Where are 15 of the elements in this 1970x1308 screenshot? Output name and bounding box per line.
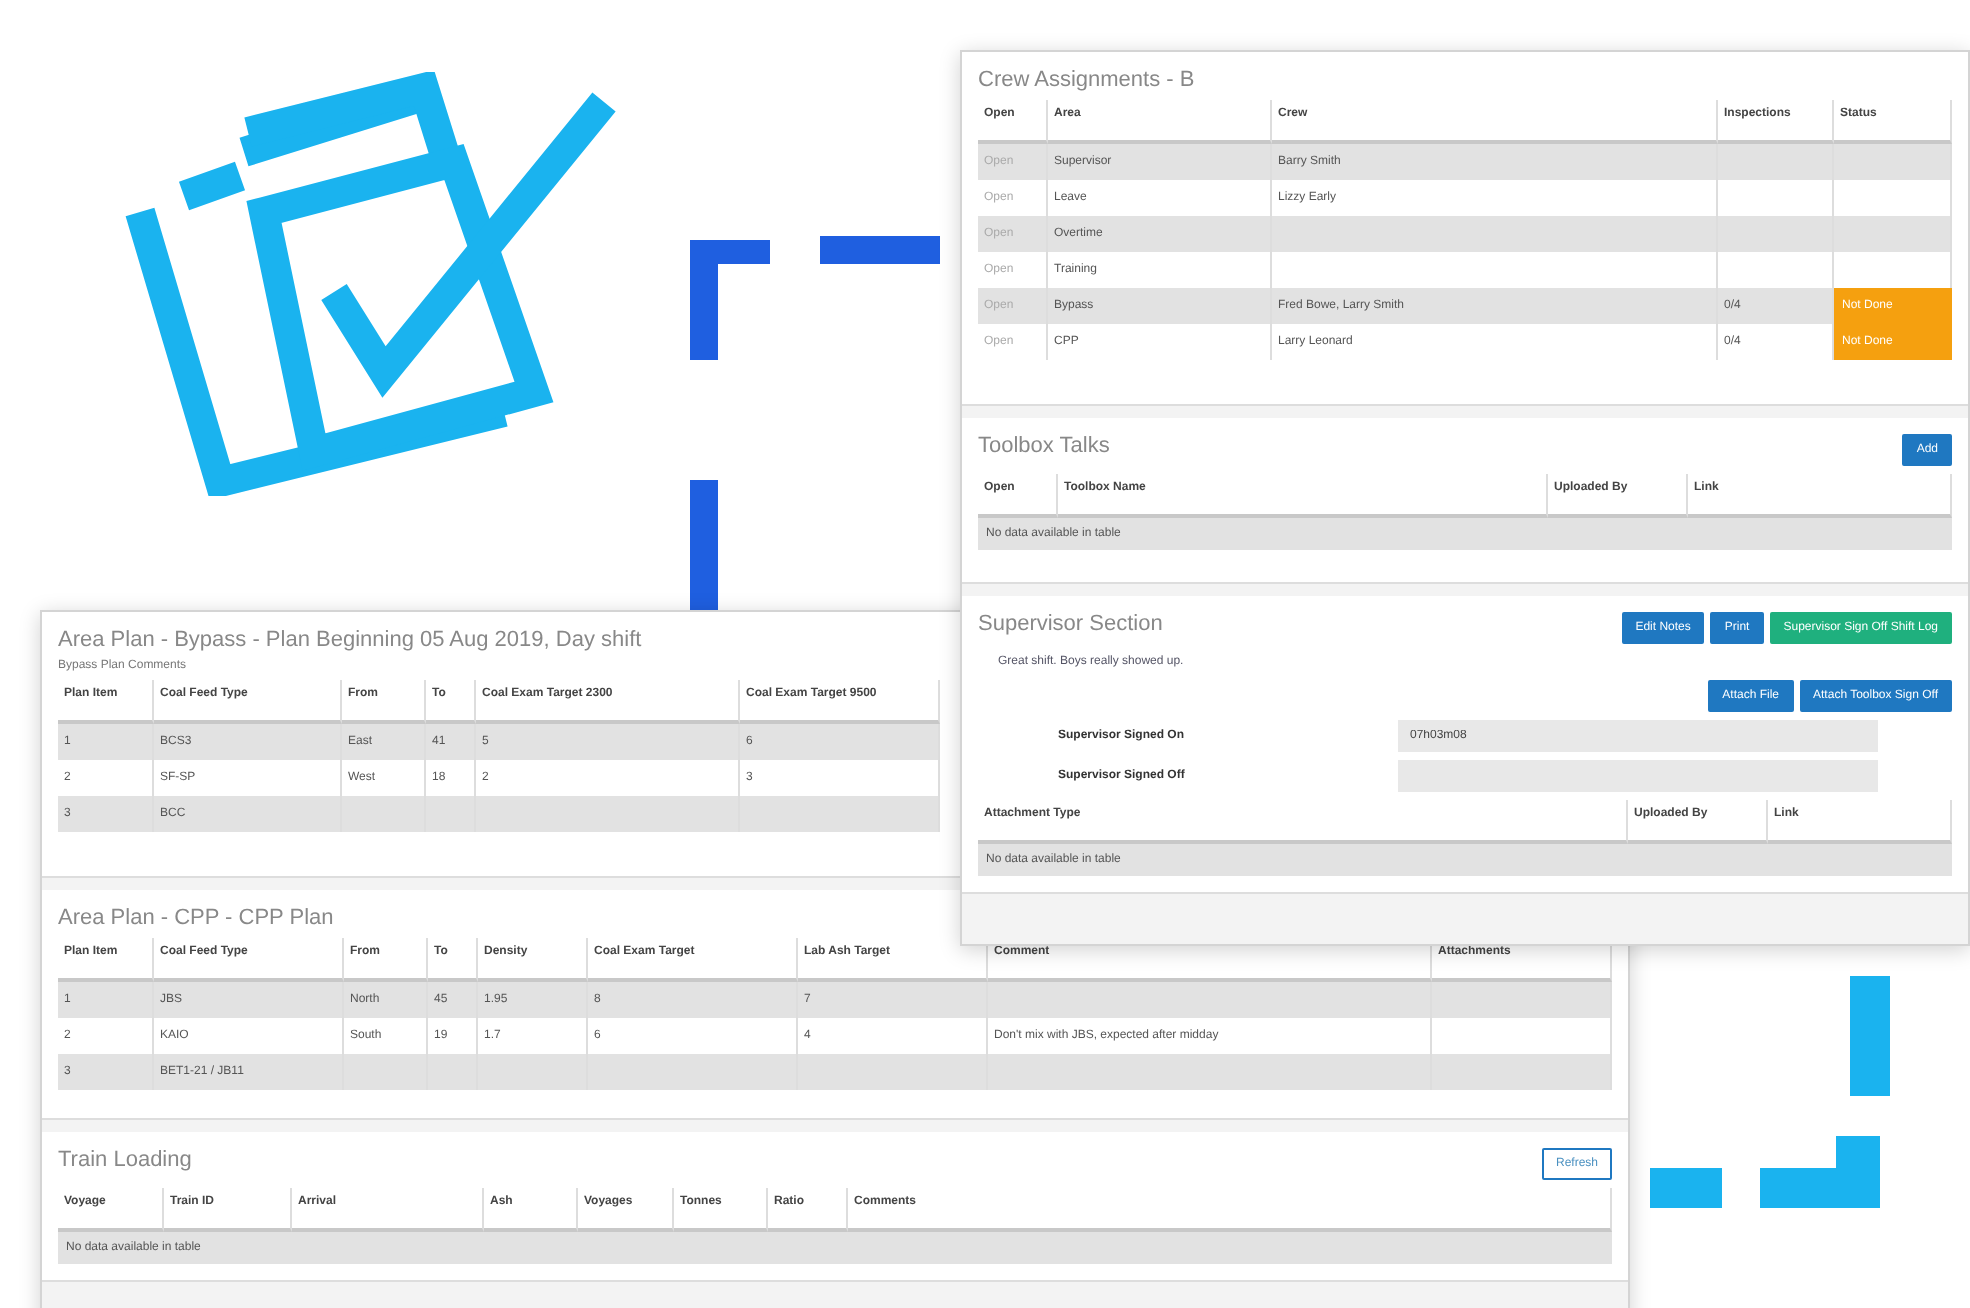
table-cell [478,1054,588,1090]
table-cell [1718,144,1834,180]
table-cell [1718,216,1834,252]
section-title: Supervisor Section [978,612,1163,636]
section-title: Area Plan - CPP - CPP Plan [58,906,334,930]
table-cell [428,1054,478,1090]
table-cell [344,1054,428,1090]
table-cell [1834,216,1952,252]
table-cell [342,796,426,832]
section-title: Train Loading [58,1148,192,1172]
section-title: Toolbox Talks [978,434,1110,458]
section-title: Crew Assignments - B [978,68,1195,92]
table-cell [1834,144,1952,180]
section-title: Area Plan - Bypass - Plan Beginning 05 Aug 2019, Day shift [58,628,642,652]
table-cell [426,796,476,832]
